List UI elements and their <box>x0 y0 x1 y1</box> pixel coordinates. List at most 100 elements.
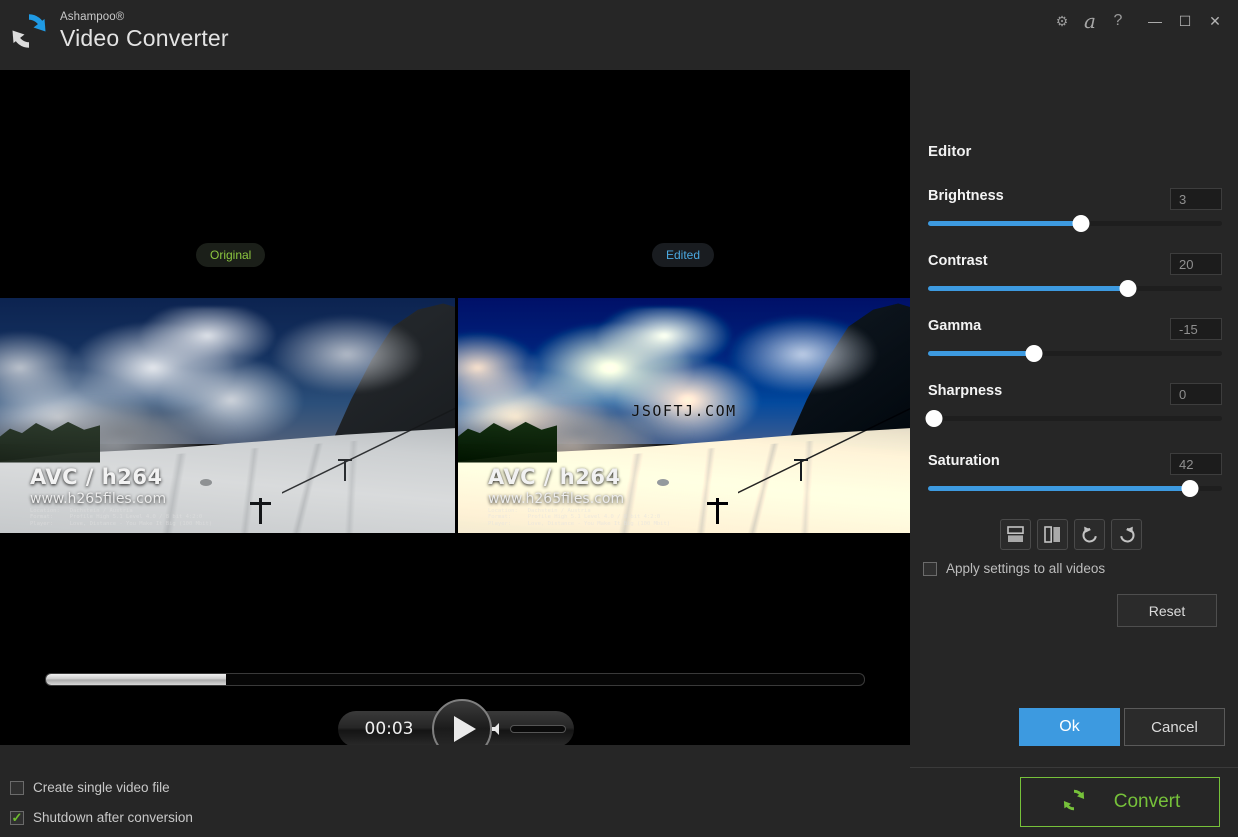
rotate-right-icon[interactable] <box>1111 519 1142 550</box>
preview-edited[interactable]: JSOFTJ.COM AVC / h264 www.h265files.com … <box>455 298 910 533</box>
slider-value[interactable]: 0 <box>1170 383 1222 405</box>
original-badge: Original <box>196 243 265 267</box>
slider-header: Saturation 42 <box>928 453 1222 475</box>
checkbox-label: Shutdown after conversion <box>33 810 193 825</box>
checkbox-label: Create single video file <box>33 780 170 795</box>
rock <box>657 479 669 486</box>
overlay-url: www.h265files.com <box>488 491 624 507</box>
overlay-meta: Location: Dachstein / Austria Format: Pr… <box>30 508 212 528</box>
close-icon[interactable]: ✕ <box>1200 8 1230 34</box>
flip-horizontal-icon[interactable] <box>1037 519 1068 550</box>
brand: Ashampoo® Video Converter <box>8 10 229 52</box>
slider-header: Brightness 3 <box>928 188 1222 210</box>
lift-pylon-far <box>344 459 346 481</box>
preview-labels: Original Edited <box>0 243 910 267</box>
ok-button[interactable]: Ok <box>1019 708 1120 746</box>
overlay-title: AVC / h264 <box>488 465 621 489</box>
flip-vertical-icon[interactable] <box>1000 519 1031 550</box>
overlay-meta: Location: Dachstein / Austria Format: Pr… <box>488 508 670 528</box>
slider-knob[interactable] <box>925 410 942 427</box>
brand-superscript: Ashampoo® <box>60 12 229 24</box>
window-controls: ⚙ a ? — ☐ ✕ <box>1048 8 1230 34</box>
editor-title: Editor <box>928 143 971 160</box>
slider-sharpness: Sharpness 0 <box>928 383 1222 421</box>
cancel-button[interactable]: Cancel <box>1124 708 1225 746</box>
checkbox-box[interactable] <box>923 562 937 576</box>
a-logo-icon[interactable]: a <box>1076 8 1104 34</box>
slider-value[interactable]: 3 <box>1170 188 1222 210</box>
checkbox-box[interactable] <box>10 781 24 795</box>
transform-buttons <box>1000 519 1142 550</box>
slider-fill <box>928 351 1034 356</box>
preview-panes: AVC / h264 www.h265files.com Location: D… <box>0 298 910 533</box>
check-icon: ✓ <box>12 811 23 824</box>
convert-button[interactable]: Convert <box>1020 777 1220 827</box>
refresh-circle-icon <box>1060 786 1088 819</box>
question-icon[interactable]: ? <box>1104 8 1132 34</box>
slider-brightness: Brightness 3 <box>928 188 1222 226</box>
slider-value[interactable]: 42 <box>1170 453 1222 475</box>
volume-slider[interactable] <box>510 725 566 733</box>
speaker-icon[interactable] <box>490 721 506 737</box>
slider-track[interactable] <box>928 416 1222 421</box>
slider-gamma: Gamma -15 <box>928 318 1222 356</box>
overlay-url: www.h265files.com <box>30 491 166 507</box>
slider-knob[interactable] <box>1025 345 1042 362</box>
apply-to-all-checkbox[interactable]: Apply settings to all videos <box>923 561 1105 576</box>
watermark: JSOFTJ.COM <box>631 402 736 420</box>
maximize-icon[interactable]: ☐ <box>1170 8 1200 34</box>
lift-cable <box>282 401 455 500</box>
slider-label: Gamma <box>928 318 981 334</box>
rotate-left-icon[interactable] <box>1074 519 1105 550</box>
lift-pylon-near <box>259 498 262 524</box>
lift-pylon-near <box>716 498 719 524</box>
play-triangle <box>454 716 476 742</box>
preview-stage: Original Edited <box>0 70 910 745</box>
slider-fill <box>928 221 1081 226</box>
lift-pylon-far <box>800 459 802 481</box>
gear-icon[interactable]: ⚙ <box>1048 8 1076 34</box>
minimize-icon[interactable]: — <box>1140 8 1170 34</box>
slider-track[interactable] <box>928 486 1222 491</box>
edited-badge: Edited <box>652 243 714 267</box>
slider-label: Brightness <box>928 188 1004 204</box>
brand-text: Ashampoo® Video Converter <box>60 12 229 50</box>
slider-label: Contrast <box>928 253 988 269</box>
convert-label: Convert <box>1114 791 1181 813</box>
seek-bar-fill <box>46 674 226 685</box>
slider-label: Saturation <box>928 453 1000 469</box>
checkbox-box[interactable]: ✓ <box>10 811 24 825</box>
seek-bar[interactable] <box>45 673 865 686</box>
slider-knob[interactable] <box>1119 280 1136 297</box>
left-footer: Create single video file ✓ Shutdown afte… <box>0 745 910 837</box>
slider-fill <box>928 286 1128 291</box>
preview-original[interactable]: AVC / h264 www.h265files.com Location: D… <box>0 298 455 533</box>
app-window: Ashampoo® Video Converter ⚙ a ? — ☐ ✕ Or… <box>0 0 1238 837</box>
reset-button[interactable]: Reset <box>1117 594 1217 627</box>
overlay-title: AVC / h264 <box>30 465 163 489</box>
slider-header: Contrast 20 <box>928 253 1222 275</box>
slider-saturation: Saturation 42 <box>928 453 1222 491</box>
slider-track[interactable] <box>928 221 1222 226</box>
apply-to-all-label: Apply settings to all videos <box>946 561 1105 576</box>
slider-header: Sharpness 0 <box>928 383 1222 405</box>
slider-value[interactable]: 20 <box>1170 253 1222 275</box>
brand-name: Video Converter <box>60 27 229 50</box>
refresh-circle-icon <box>8 10 50 52</box>
lift-cable <box>738 401 910 500</box>
play-icon[interactable] <box>432 699 492 745</box>
slider-track[interactable] <box>928 351 1222 356</box>
title-bar: Ashampoo® Video Converter ⚙ a ? — ☐ ✕ <box>0 0 1238 70</box>
slider-label: Sharpness <box>928 383 1002 399</box>
slider-contrast: Contrast 20 <box>928 253 1222 291</box>
player-controls: 00:03 <box>338 711 574 745</box>
footer-divider <box>910 767 1238 768</box>
slider-track[interactable] <box>928 286 1222 291</box>
create-single-video-file-checkbox[interactable]: Create single video file <box>10 780 170 795</box>
slider-value[interactable]: -15 <box>1170 318 1222 340</box>
slider-knob[interactable] <box>1181 480 1198 497</box>
slider-knob[interactable] <box>1072 215 1089 232</box>
slider-fill <box>928 486 1190 491</box>
shutdown-after-conversion-checkbox[interactable]: ✓ Shutdown after conversion <box>10 810 193 825</box>
slider-header: Gamma -15 <box>928 318 1222 340</box>
